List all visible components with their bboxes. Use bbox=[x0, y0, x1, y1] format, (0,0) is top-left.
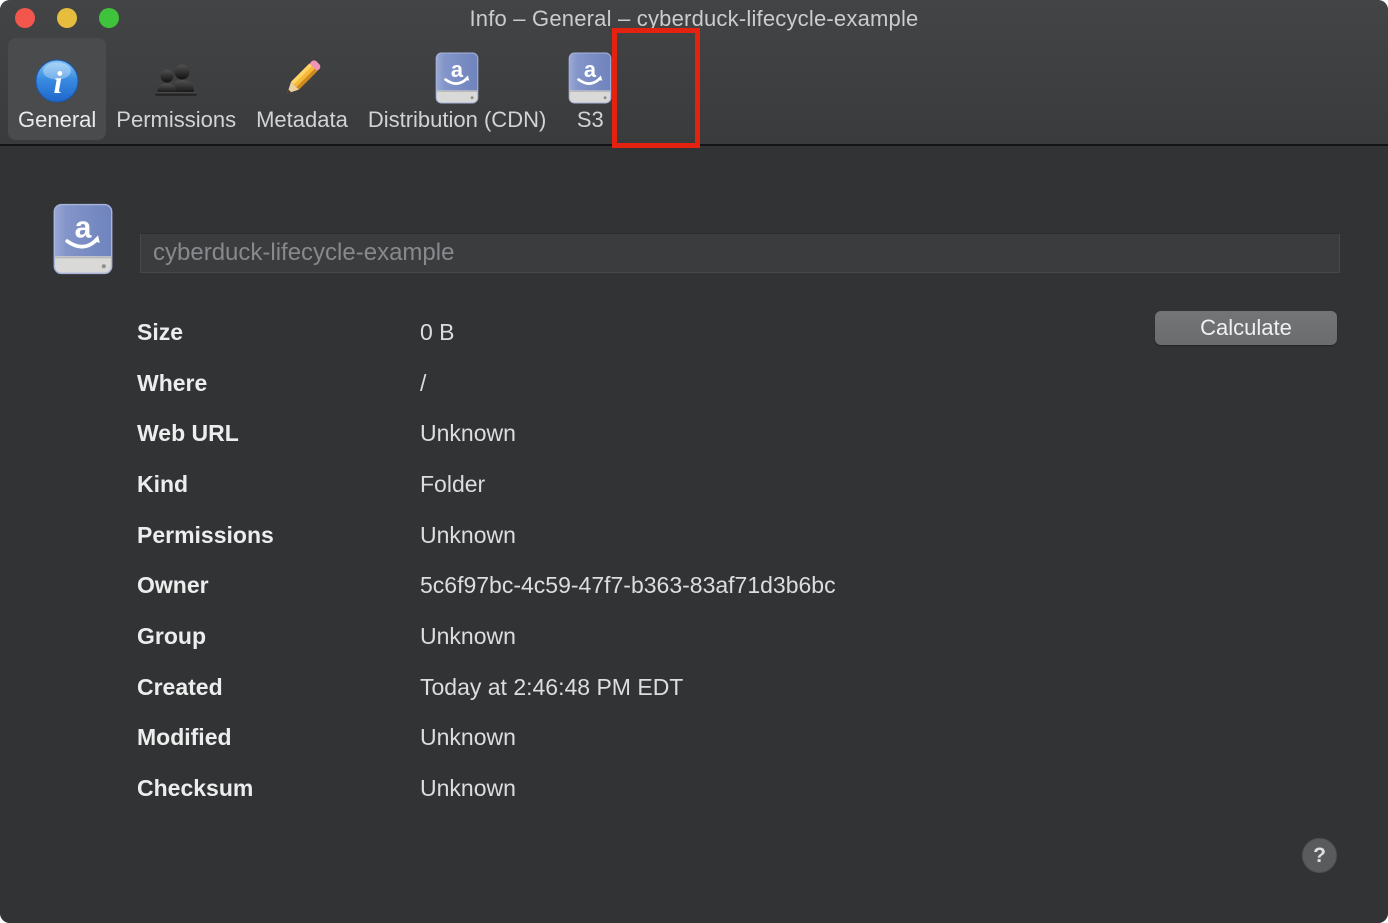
info-row-owner: Owner 5c6f97bc-4c59-47f7-b363-83af71d3b6… bbox=[137, 560, 1247, 611]
info-row-where: Where / bbox=[137, 358, 1247, 409]
tab-s3[interactable]: a S3 bbox=[556, 38, 624, 140]
tab-permissions-label: Permissions bbox=[116, 109, 236, 131]
row-label: Kind bbox=[137, 471, 420, 498]
svg-text:a: a bbox=[584, 57, 597, 82]
tab-metadata[interactable]: Metadata bbox=[246, 38, 358, 140]
tab-general-label: General bbox=[18, 109, 96, 131]
tab-distribution-cdn-label: Distribution (CDN) bbox=[368, 109, 546, 131]
row-label: Owner bbox=[137, 572, 420, 599]
traffic-lights bbox=[15, 8, 119, 28]
row-value: Folder bbox=[420, 471, 485, 498]
amazon-drive-icon: a bbox=[433, 46, 481, 104]
info-row-size: Size 0 B bbox=[137, 307, 1247, 358]
row-label: Permissions bbox=[137, 522, 420, 549]
tab-distribution-cdn[interactable]: a Distribution (CDN) bbox=[358, 38, 556, 140]
info-row-checksum: Checksum Unknown bbox=[137, 763, 1247, 814]
row-label: Modified bbox=[137, 724, 420, 751]
pencil-icon bbox=[278, 46, 326, 104]
zoom-button[interactable] bbox=[99, 8, 119, 28]
row-label: Created bbox=[137, 674, 420, 701]
amazon-drive-icon: a bbox=[50, 203, 116, 280]
window-title: Info – General – cyberduck-lifecycle-exa… bbox=[0, 0, 1388, 38]
tab-general[interactable]: i General bbox=[8, 38, 106, 140]
tab-metadata-label: Metadata bbox=[256, 109, 348, 131]
row-value: 0 B bbox=[420, 319, 455, 346]
minimize-button[interactable] bbox=[57, 8, 77, 28]
general-panel: a Calculate Size 0 B Where / Web URL Unk… bbox=[0, 148, 1388, 923]
row-label: Web URL bbox=[137, 420, 420, 447]
help-button[interactable]: ? bbox=[1302, 838, 1337, 873]
row-value: Unknown bbox=[420, 420, 516, 447]
s3-annotation-box bbox=[612, 28, 700, 148]
row-value: Unknown bbox=[420, 522, 516, 549]
row-value: Unknown bbox=[420, 724, 516, 751]
row-value: Unknown bbox=[420, 623, 516, 650]
titlebar[interactable]: Info – General – cyberduck-lifecycle-exa… bbox=[0, 0, 1388, 34]
row-label: Group bbox=[137, 623, 420, 650]
close-button[interactable] bbox=[15, 8, 35, 28]
filename-input[interactable] bbox=[140, 233, 1340, 273]
people-icon bbox=[153, 46, 199, 104]
amazon-drive-icon: a bbox=[566, 46, 614, 104]
row-label: Where bbox=[137, 370, 420, 397]
row-value: / bbox=[420, 370, 426, 397]
row-label: Size bbox=[137, 319, 420, 346]
tab-permissions[interactable]: Permissions bbox=[106, 38, 246, 140]
row-value: 5c6f97bc-4c59-47f7-b363-83af71d3b6bc bbox=[420, 572, 836, 599]
info-window: Info – General – cyberduck-lifecycle-exa… bbox=[0, 0, 1388, 923]
svg-text:a: a bbox=[75, 212, 92, 245]
info-row-web-url: Web URL Unknown bbox=[137, 408, 1247, 459]
toolbar-tabs: i General Permissions bbox=[8, 36, 624, 140]
info-row-kind: Kind Folder bbox=[137, 459, 1247, 510]
tab-s3-label: S3 bbox=[577, 109, 604, 131]
svg-text:i: i bbox=[54, 64, 63, 100]
info-icon: i bbox=[34, 46, 80, 104]
info-row-permissions: Permissions Unknown bbox=[137, 510, 1247, 561]
info-row-group: Group Unknown bbox=[137, 611, 1247, 662]
row-label: Checksum bbox=[137, 775, 420, 802]
info-row-created: Created Today at 2:46:48 PM EDT bbox=[137, 662, 1247, 713]
svg-text:a: a bbox=[451, 57, 464, 82]
info-rows: Size 0 B Where / Web URL Unknown Kind Fo… bbox=[137, 307, 1247, 814]
info-row-modified: Modified Unknown bbox=[137, 713, 1247, 764]
row-value: Today at 2:46:48 PM EDT bbox=[420, 674, 683, 701]
row-value: Unknown bbox=[420, 775, 516, 802]
window-chrome: Info – General – cyberduck-lifecycle-exa… bbox=[0, 0, 1388, 146]
